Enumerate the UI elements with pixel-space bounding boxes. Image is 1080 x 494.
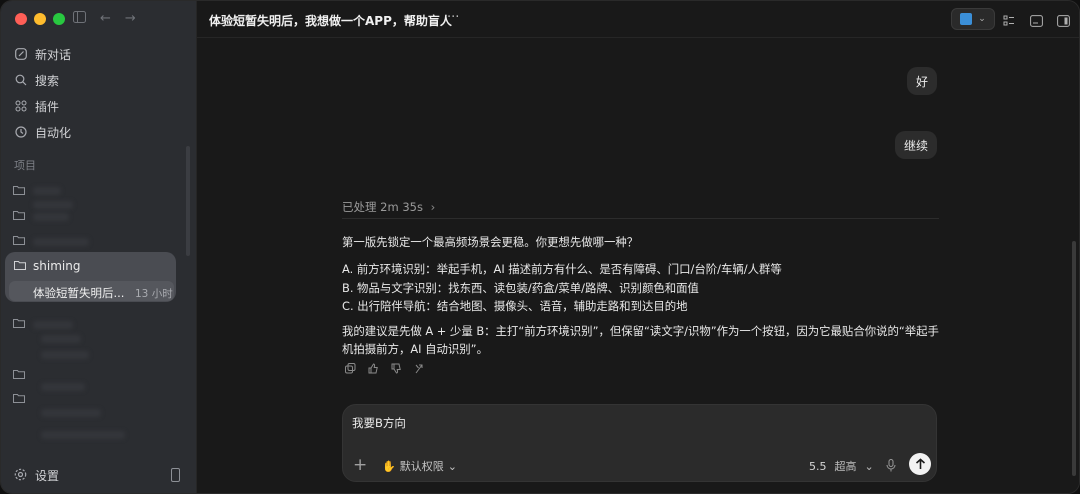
user-message: 继续 — [895, 131, 937, 159]
thread-title: 体验短暂失明后... — [33, 286, 125, 300]
project-name: shiming — [33, 259, 81, 273]
blurred-project — [41, 351, 89, 359]
assistant-suggestion: 我的建议是先做 A + 少量 B：主打“前方环境识别”，但保留“读文字/识物”作… — [342, 322, 942, 358]
nav-search[interactable]: 搜索 — [11, 67, 187, 93]
sidebar-toolbar: ← → — [73, 11, 136, 27]
sidebar: ← → 新对话 搜索 插件 自动化 项目 shiming 体验短暂失明后... … — [1, 1, 196, 493]
thumbs-up-icon[interactable] — [368, 363, 379, 377]
quality-label: 超高 — [834, 460, 857, 473]
copy-icon[interactable] — [345, 363, 356, 377]
chevron-right-icon: › — [430, 200, 436, 214]
send-button[interactable] — [909, 453, 931, 475]
chevron-down-icon: ⌄ — [864, 459, 874, 473]
search-icon — [14, 74, 27, 87]
blurred-project — [33, 213, 69, 221]
nav-label: 搜索 — [35, 73, 60, 88]
blurred-project — [41, 431, 125, 439]
microphone-icon[interactable] — [886, 457, 896, 476]
fork-icon[interactable] — [414, 363, 425, 377]
permission-label: 默认权限 — [399, 460, 444, 473]
blurred-project — [33, 187, 61, 195]
clock-icon — [14, 126, 27, 139]
folder-icon[interactable] — [13, 393, 27, 405]
settings-label: 设置 — [35, 469, 60, 483]
nav-label: 新对话 — [35, 47, 72, 62]
nav-label: 插件 — [35, 99, 60, 114]
diff-icon[interactable] — [1003, 12, 1017, 26]
hand-icon: ✋ — [382, 459, 396, 473]
folder-share-icon[interactable] — [13, 369, 27, 381]
forward-arrow-icon[interactable]: → — [125, 11, 136, 27]
chevron-down-icon: ⌄ — [447, 459, 457, 473]
suggestion-line: 我的建议是先做 A + 少量 B：主打“前方环境识别”，但保留“读文字/识物”作… — [342, 324, 939, 338]
side-panel-icon[interactable] — [1057, 12, 1071, 27]
sidebar-scrollbar[interactable] — [186, 146, 190, 256]
minimize-window-button[interactable] — [34, 13, 46, 25]
blurred-project — [41, 383, 85, 391]
plugins-icon — [14, 100, 27, 113]
folder-icon[interactable] — [13, 210, 27, 222]
thumbs-down-icon[interactable] — [391, 363, 402, 377]
blurred-project — [33, 238, 89, 246]
processing-time: 已处理 2m 35s — [342, 200, 423, 214]
chevron-down-icon: ⌄ — [978, 14, 986, 24]
main-panel: 体验短暂失明后，我想做一个APP，帮助盲人 ··· ⌄ 好 继续 已处理 2m … — [196, 1, 1079, 493]
nav-plugins[interactable]: 插件 — [11, 93, 187, 119]
chat-scrollbar[interactable] — [1072, 241, 1076, 476]
sidebar-nav: 新对话 搜索 插件 自动化 — [11, 41, 187, 145]
blurred-project — [33, 201, 73, 209]
arrow-up-icon — [915, 458, 925, 469]
thread-time: 13 小时 — [135, 288, 173, 300]
permission-selector[interactable]: ✋ 默认权限 ⌄ — [382, 458, 457, 474]
header: 体验短暂失明后，我想做一个APP，帮助盲人 ··· ⌄ — [197, 1, 1079, 38]
folder-icon[interactable] — [13, 185, 27, 197]
suggestion-line: 机拍摄前方，AI 自动识别”。 — [342, 342, 488, 356]
zoom-window-button[interactable] — [53, 13, 65, 25]
blurred-project — [33, 321, 73, 329]
folder-icon[interactable] — [13, 235, 27, 247]
user-message: 好 — [907, 67, 937, 95]
divider — [342, 218, 939, 219]
model-selector[interactable]: 5.5 超高 ⌄ — [809, 458, 874, 474]
sidebar-toggle-icon[interactable] — [73, 11, 86, 27]
open-in-editor-button[interactable]: ⌄ — [951, 8, 995, 30]
gear-icon — [14, 468, 27, 484]
message-input[interactable] — [352, 416, 912, 430]
mobile-device-icon[interactable] — [171, 468, 180, 482]
vscode-icon — [960, 13, 973, 25]
message-actions — [345, 363, 425, 377]
back-arrow-icon[interactable]: ← — [100, 11, 111, 27]
composer: + ✋ 默认权限 ⌄ 5.5 超高 ⌄ — [342, 404, 937, 482]
terminal-panel-icon[interactable] — [1030, 12, 1044, 27]
more-options-button[interactable]: ··· — [447, 10, 459, 25]
settings-button[interactable]: 设置 — [14, 467, 59, 484]
option-item: A. 前方环境识别：举起手机，AI 描述前方有什么、是否有障碍、门口/台阶/车辆… — [342, 262, 782, 276]
thread-title-header: 体验短暂失明后，我想做一个APP，帮助盲人 — [209, 14, 452, 28]
assistant-intro: 第一版先锁定一个最高频场景会更稳。你更想先做哪一种？ — [342, 235, 639, 249]
processing-summary[interactable]: 已处理 2m 35s › — [342, 199, 435, 215]
blurred-project — [41, 335, 81, 343]
close-window-button[interactable] — [15, 13, 27, 25]
folder-icon[interactable] — [13, 318, 27, 330]
app-window: ← → 新对话 搜索 插件 自动化 项目 shiming 体验短暂失明后... … — [0, 0, 1080, 494]
compose-icon — [14, 48, 27, 61]
nav-label: 自动化 — [35, 125, 72, 140]
folder-icon — [14, 260, 28, 272]
nav-new-chat[interactable]: 新对话 — [11, 41, 187, 67]
model-label: 5.5 — [809, 459, 827, 473]
blurred-project — [41, 409, 101, 417]
window-controls — [15, 13, 65, 25]
option-item: C. 出行陪伴导航：结合地图、摄像头、语音，辅助走路和到达目的地 — [342, 299, 688, 313]
options-list: A. 前方环境识别：举起手机，AI 描述前方有什么、是否有障碍、门口/台阶/车辆… — [342, 260, 942, 316]
nav-automation[interactable]: 自动化 — [11, 119, 187, 145]
add-attachment-button[interactable]: + — [353, 455, 367, 475]
option-item: B. 物品与文字识别：找东西、读包装/药盒/菜单/路牌、识别颜色和面值 — [342, 280, 699, 295]
projects-section-label: 项目 — [14, 159, 36, 172]
